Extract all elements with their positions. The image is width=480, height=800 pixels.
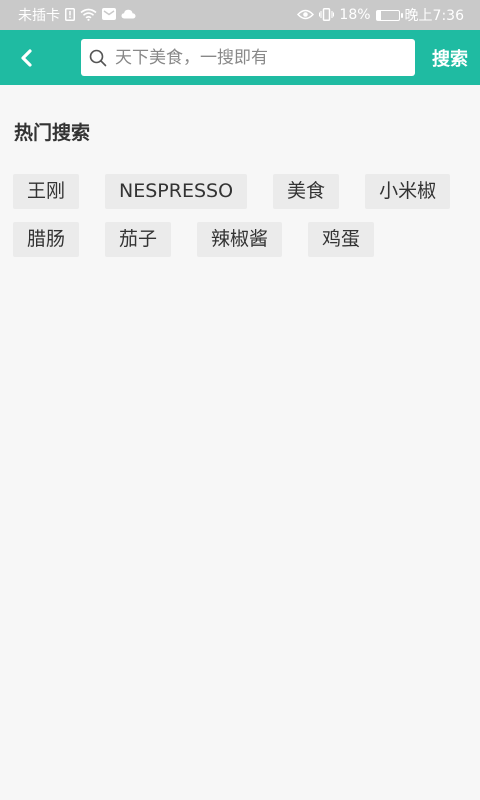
battery-level-fill <box>376 10 381 20</box>
status-time: 晚上7:36 <box>404 8 464 24</box>
search-box[interactable] <box>81 39 415 76</box>
hot-tag[interactable]: 茄子 <box>105 222 172 257</box>
wifi-icon <box>80 8 97 23</box>
search-icon <box>89 49 107 66</box>
hot-tag[interactable]: 王刚 <box>13 174 80 209</box>
status-bar: 未插卡 18% 晚上7:36 <box>0 0 480 30</box>
battery-icon <box>375 9 403 21</box>
vibrate-icon <box>319 7 335 23</box>
hot-tag[interactable]: 鸡蛋 <box>308 222 375 257</box>
status-left: 未插卡 <box>18 5 136 25</box>
top-bar: 搜索 <box>0 30 480 85</box>
sim-alert-icon <box>65 7 75 23</box>
back-button[interactable] <box>20 38 60 78</box>
message-icon <box>102 8 116 22</box>
hot-tag[interactable]: NESPRESSO <box>105 174 248 209</box>
chevron-left-icon <box>21 48 32 67</box>
battery-percent: 18% <box>339 7 371 23</box>
hot-search-tags: 王刚 NESPRESSO 美食 小米椒 腊肠 茄子 辣椒酱 鸡蛋 <box>13 174 466 257</box>
hot-tag[interactable]: 美食 <box>273 174 340 209</box>
carrier-text: 未插卡 <box>18 8 60 24</box>
search-button[interactable]: 搜索 <box>432 45 468 71</box>
cloud-icon <box>121 9 136 21</box>
status-right: 18% 晚上7:36 <box>297 5 464 25</box>
hot-tag[interactable]: 小米椒 <box>365 174 451 209</box>
hot-tag[interactable]: 辣椒酱 <box>197 222 283 257</box>
hot-search-title: 热门搜索 <box>14 122 91 144</box>
eye-icon <box>297 9 315 22</box>
search-input[interactable] <box>113 46 407 69</box>
hot-tag[interactable]: 腊肠 <box>13 222 80 257</box>
